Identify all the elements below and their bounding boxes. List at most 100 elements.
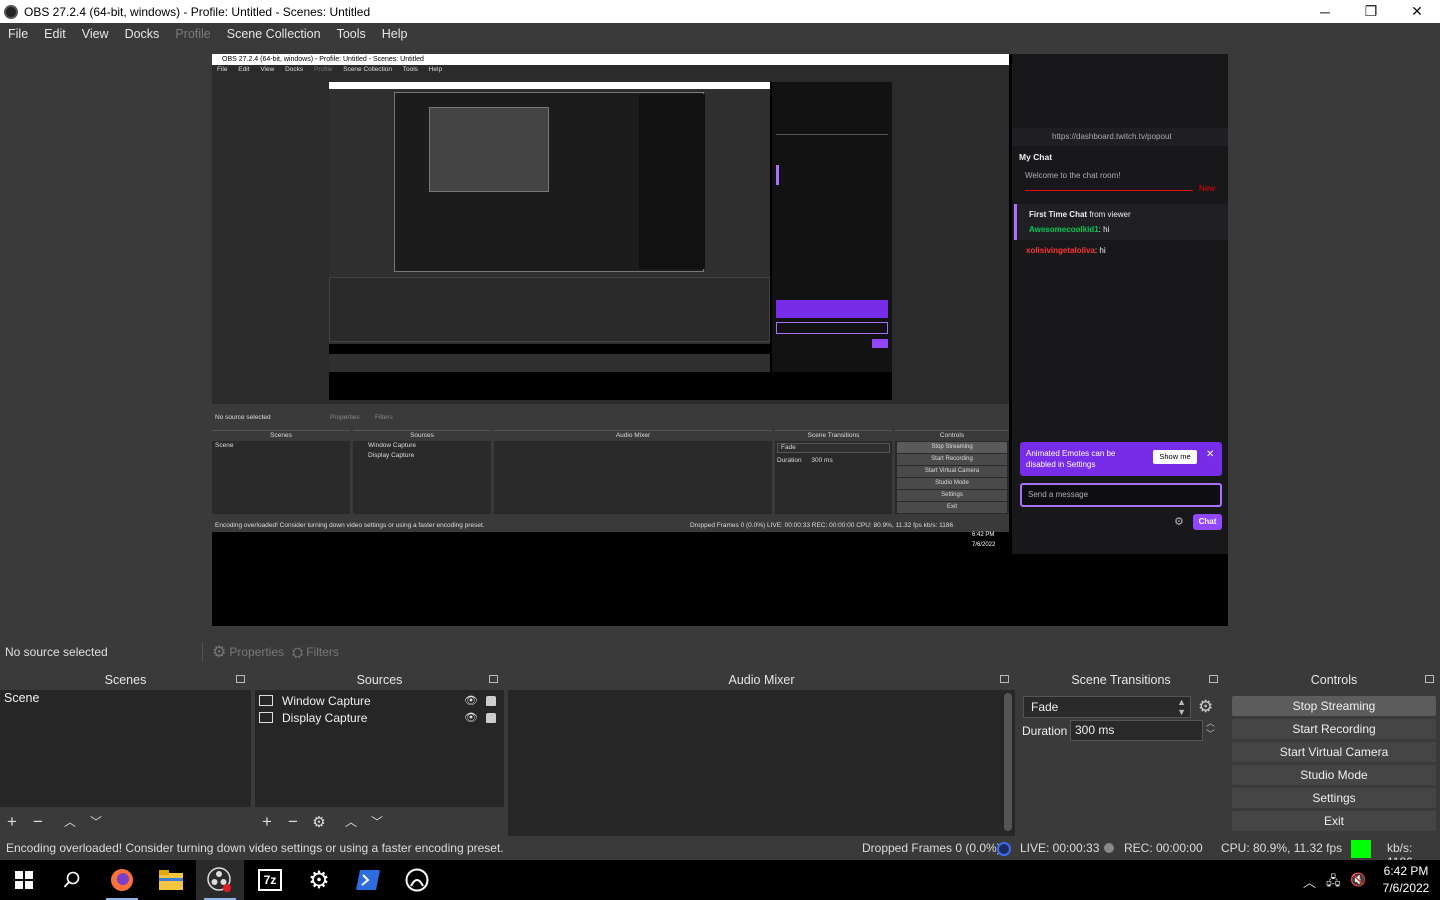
nested-menu-bar: File Edit View Docks Profile Scene Colle… <box>212 65 1009 75</box>
filters-button[interactable]: ⛭ Filters <box>292 641 339 663</box>
remove-icon[interactable]: − <box>286 812 300 832</box>
recursive-taskbar <box>329 344 770 354</box>
chat-welcome: Welcome to the chat room! <box>1025 171 1121 180</box>
chat-title: My Chat <box>1019 152 1053 162</box>
sources-dock: Sources Window Capture 👁 Display Capture… <box>255 671 504 836</box>
maximize-button[interactable]: ❐ <box>1348 0 1394 23</box>
obs-app-icon <box>4 4 18 19</box>
windows-taskbar: 7z ⚙ ︿ 🖧 🔇 6:42 PM 7/6/2022 <box>0 860 1440 900</box>
firefox-icon[interactable] <box>98 860 146 900</box>
preview-area: OBS 27.2.4 (64-bit, windows) - Profile: … <box>0 45 1440 635</box>
transition-select[interactable]: Fade ▲ ▼ <box>1023 696 1191 718</box>
menu-profile[interactable]: Profile <box>167 27 218 41</box>
nested-taskbar: 6:42 PM 7/6/2022 <box>212 532 1009 554</box>
undock-icon[interactable] <box>1209 675 1218 683</box>
cpu-usage: CPU: 80.9%, 11.32 fps <box>1221 841 1343 855</box>
sources-dock-title: Sources <box>356 673 403 687</box>
audio-mixer-body <box>508 690 1015 836</box>
connection-health-indicator <box>1351 840 1371 858</box>
menu-docks[interactable]: Docks <box>117 27 168 41</box>
duration-field[interactable]: 300 ms <box>1070 720 1203 741</box>
undock-icon[interactable] <box>1425 675 1434 683</box>
remove-icon[interactable]: − <box>31 812 45 832</box>
menu-edit[interactable]: Edit <box>36 27 74 41</box>
properties-button[interactable]: ⚙ Properties <box>212 641 284 663</box>
source-item[interactable]: Window Capture 👁 <box>255 692 504 709</box>
recording-icon <box>1104 843 1114 853</box>
duration-stepper[interactable]: ︿ ﹀ <box>1206 718 1215 740</box>
settings-button[interactable]: Settings <box>1232 788 1436 808</box>
nested-menu-item: Edit <box>238 66 250 73</box>
menu-help[interactable]: Help <box>374 27 416 41</box>
source-item[interactable]: Display Capture 👁 <box>255 709 504 726</box>
add-icon[interactable]: + <box>5 812 19 832</box>
stop-streaming-button[interactable]: Stop Streaming <box>1232 696 1436 716</box>
studio-mode-button[interactable]: Studio Mode <box>1232 765 1436 785</box>
undock-icon[interactable] <box>489 675 498 683</box>
eye-icon[interactable]: 👁 <box>464 711 478 724</box>
chat-username: Awesomecoolkid1 <box>1029 225 1099 234</box>
filter-icon: ⛭ <box>292 643 304 660</box>
menu-view[interactable]: View <box>74 27 117 41</box>
sources-toolbar: + − ⚙ ︿ ﹀ <box>255 807 504 836</box>
live-time: LIVE: 00:00:33 <box>1020 841 1100 855</box>
nested-control-button: Settings <box>897 490 1007 501</box>
powershell-icon[interactable] <box>344 860 392 900</box>
search-icon[interactable] <box>48 860 96 900</box>
undock-icon[interactable] <box>236 675 245 683</box>
chat-message-input: Send a message <box>1020 483 1222 507</box>
xbox-icon[interactable] <box>393 860 441 900</box>
nested-control-button: Studio Mode <box>897 478 1007 489</box>
move-up-icon[interactable]: ︿ <box>63 813 77 830</box>
audio-mixer-dock: Audio Mixer <box>508 671 1015 836</box>
nested-control-button: Stop Streaming <box>897 442 1007 453</box>
obs-icon[interactable] <box>196 860 244 900</box>
nested-menu-item: Scene Collection <box>343 66 393 73</box>
move-down-icon[interactable]: ﹀ <box>370 813 384 830</box>
close-button[interactable]: ✕ <box>1394 0 1440 23</box>
status-message: Encoding overloaded! Consider turning do… <box>6 841 504 855</box>
nested-menu-item: File <box>217 66 228 73</box>
nested-no-source: No source selected <box>215 414 271 421</box>
start-virtual-camera-button[interactable]: Start Virtual Camera <box>1232 742 1436 762</box>
nested-properties: Properties <box>330 414 360 421</box>
preview-canvas[interactable]: OBS 27.2.4 (64-bit, windows) - Profile: … <box>212 54 1228 626</box>
taskbar-clock[interactable]: 6:42 PM 7/6/2022 <box>1375 863 1437 897</box>
menu-scene-collection[interactable]: Scene Collection <box>219 27 329 41</box>
exit-button[interactable]: Exit <box>1232 811 1436 831</box>
title-bar: OBS 27.2.4 (64-bit, windows) - Profile: … <box>0 0 1440 23</box>
menu-tools[interactable]: Tools <box>329 27 374 41</box>
gear-icon[interactable]: ⚙ <box>1198 697 1213 717</box>
scenes-toolbar: + − ︿ ﹀ <box>0 807 251 836</box>
audio-mixer-title: Audio Mixer <box>728 673 795 687</box>
7zip-icon[interactable]: 7z <box>246 860 294 900</box>
gear-icon[interactable]: ⚙ <box>312 813 326 831</box>
network-icon[interactable]: 🖧 <box>1326 872 1341 894</box>
scene-item[interactable]: Scene <box>0 690 251 707</box>
start-recording-button[interactable]: Start Recording <box>1232 719 1436 739</box>
audio-mixer-scrollbar[interactable] <box>1004 693 1012 831</box>
lock-icon[interactable] <box>486 712 496 723</box>
transition-value: Fade <box>1031 700 1059 714</box>
move-down-icon[interactable]: ﹀ <box>89 813 103 830</box>
settings-icon[interactable]: ⚙ <box>295 860 343 900</box>
undock-icon[interactable] <box>1000 675 1009 683</box>
move-up-icon[interactable]: ︿ <box>344 813 358 830</box>
chevron-up-icon[interactable]: ︿ <box>1303 872 1316 891</box>
start-icon[interactable] <box>0 860 48 900</box>
toolbar-divider <box>202 642 203 662</box>
file-explorer-icon[interactable] <box>147 860 195 900</box>
clock-date: 7/6/2022 <box>1382 881 1430 895</box>
captured-obs-window: OBS 27.2.4 (64-bit, windows) - Profile: … <box>212 54 1009 554</box>
filters-label: Filters <box>306 645 339 659</box>
minimize-button[interactable]: ─ <box>1302 0 1348 23</box>
nested-menu-item: Tools <box>402 66 418 73</box>
eye-icon[interactable]: 👁 <box>464 694 478 707</box>
no-source-label: No source selected <box>5 645 108 659</box>
recursive-docks <box>329 277 770 342</box>
lock-icon[interactable] <box>486 695 496 706</box>
nested-date: 7/6/2022 <box>972 542 996 548</box>
add-icon[interactable]: + <box>260 812 274 832</box>
menu-file[interactable]: File <box>0 27 36 41</box>
volume-muted-icon[interactable]: 🔇 <box>1350 872 1366 888</box>
